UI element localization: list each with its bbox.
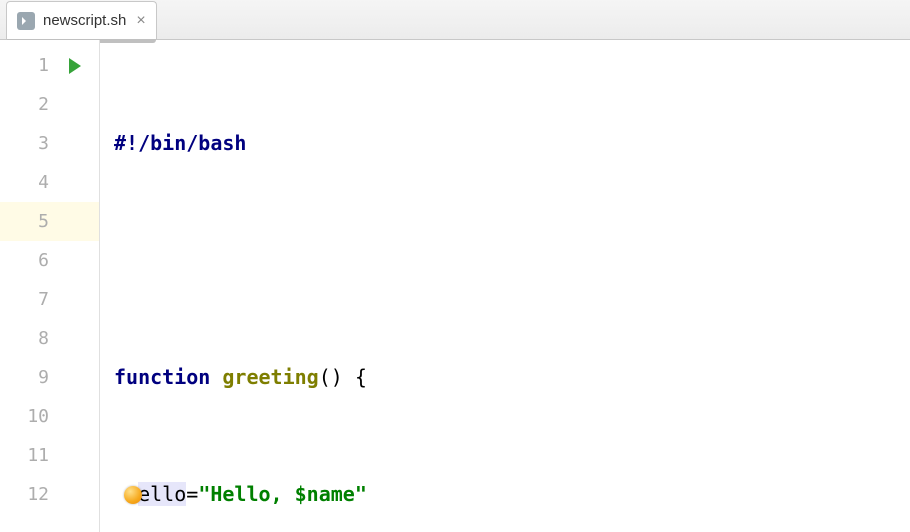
line-number: 7 <box>0 280 99 319</box>
line-number: 8 <box>0 319 99 358</box>
file-tab[interactable]: newscript.sh × <box>6 1 157 39</box>
function-name: greeting <box>222 365 318 389</box>
line-number: 11 <box>0 436 99 475</box>
code-line[interactable] <box>100 241 910 280</box>
punct: () { <box>319 365 367 389</box>
line-number: 3 <box>0 124 99 163</box>
code-area[interactable]: #!/bin/bash function greeting() { ello="… <box>100 40 910 532</box>
code-line[interactable]: ello="Hello, $name" <box>100 475 910 514</box>
gutter: 1 2 3 4 5 6 7 8 9 10 11 12 <box>0 40 100 532</box>
line-number: 2 <box>0 85 99 124</box>
line-number: 6 <box>0 241 99 280</box>
equals: = <box>186 482 198 506</box>
string: "Hello, $name" <box>198 482 367 506</box>
line-number: 4 <box>0 163 99 202</box>
line-number: 10 <box>0 397 99 436</box>
shell-file-icon <box>17 12 35 30</box>
shebang: #!/bin/bash <box>114 131 246 155</box>
editor[interactable]: 1 2 3 4 5 6 7 8 9 10 11 12 #!/bin/bash f… <box>0 40 910 532</box>
close-tab-icon[interactable]: × <box>136 12 145 30</box>
var-assign: ello <box>138 482 186 506</box>
intention-bulb-icon[interactable] <box>124 486 142 504</box>
run-gutter-icon[interactable] <box>69 58 81 74</box>
line-number: 5 <box>0 202 99 241</box>
keyword-function: function <box>114 365 210 389</box>
tab-bar: newscript.sh × <box>0 0 910 40</box>
line-number: 1 <box>0 46 99 85</box>
code-line[interactable]: #!/bin/bash <box>100 124 910 163</box>
tab-filename: newscript.sh <box>43 12 126 29</box>
line-number: 9 <box>0 358 99 397</box>
code-line[interactable]: function greeting() { <box>100 358 910 397</box>
line-number: 12 <box>0 475 99 514</box>
